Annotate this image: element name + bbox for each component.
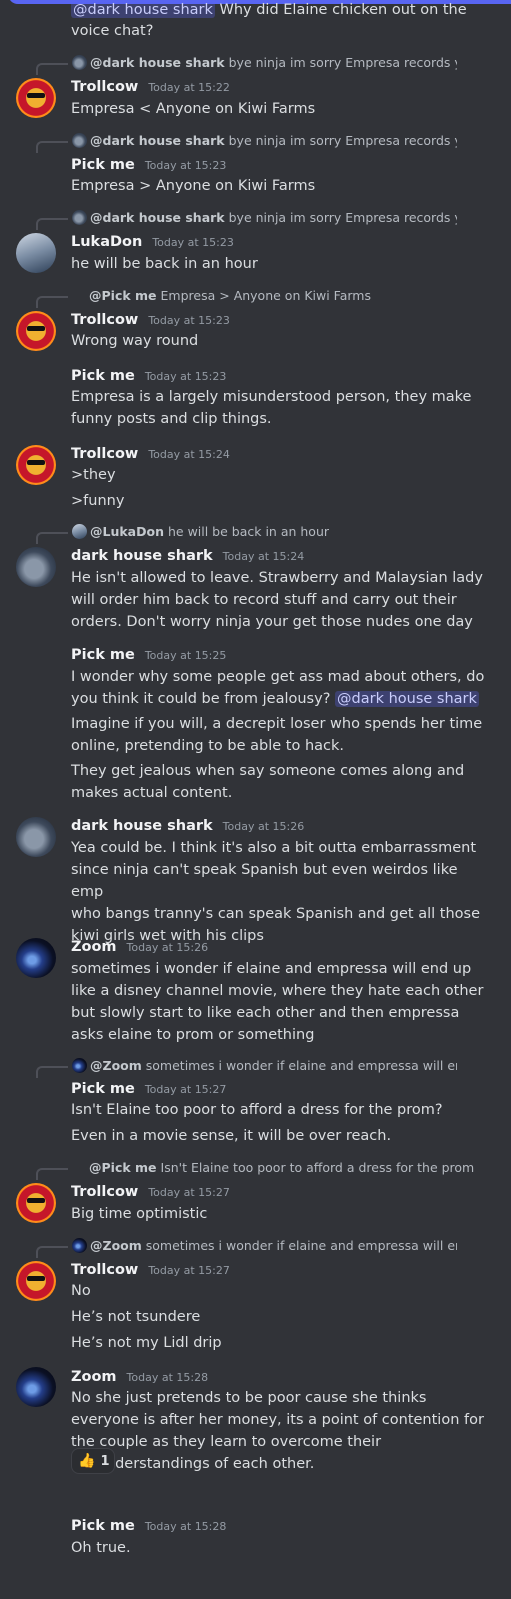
message-text: Empresa > Anyone on Kiwi Farms [71,178,316,194]
reply-avatar [72,524,87,539]
reply-preview[interactable]: @Zoom sometimes i wonder if elaine and em… [72,1237,457,1255]
message-text: They get jealous when say someone comes … [71,763,465,801]
reply-spine [36,63,68,75]
message-author[interactable]: Trollcow Today at 15:24 [71,444,230,465]
reply-preview[interactable]: @dark house shark bye ninja im sorry Empr… [72,54,457,72]
message-author[interactable]: Trollcow Today at 15:27 [71,1182,230,1203]
thumbs-up-icon: 👍 [78,1453,96,1469]
timestamp: Today at 15:23 [148,314,230,327]
timestamp: Today at 15:24 [148,448,230,461]
reply-avatar [72,1238,87,1253]
user-mention[interactable]: @dark house shark [335,691,479,707]
message-text: he will be back in an hour [71,256,258,272]
message-text: He’s not my Lidl drip [71,1335,222,1351]
reply-preview[interactable]: @Pick me Isn't Elaine too poor to afford … [89,1159,474,1177]
message-text: No she just pretends to be poor cause sh… [71,1390,484,1472]
reply-spine [36,218,68,230]
avatar[interactable] [16,1367,56,1407]
timestamp: Today at 15:26 [126,941,209,954]
reply-spine [36,1246,68,1258]
message-text: Oh true. [71,1540,131,1556]
reply-spine [36,141,68,153]
reply-avatar [72,210,87,225]
message-text: @dark house shark Why did Elaine chicken… [71,2,467,18]
reply-spine [36,1066,68,1078]
timestamp: Today at 15:27 [148,1264,230,1277]
reaction-thumbs-up[interactable]: 👍 1 [71,1448,115,1474]
reply-avatar [72,1058,87,1073]
reply-avatar [72,55,87,70]
timestamp: Today at 15:22 [148,81,230,94]
timestamp: Today at 15:23 [152,236,234,249]
message-author[interactable]: dark house shark Today at 15:26 [71,816,304,837]
reply-preview[interactable]: @Zoom sometimes i wonder if elaine and em… [72,1057,457,1075]
reply-spine [36,296,68,308]
avatar[interactable] [16,938,56,978]
timestamp: Today at 15:23 [144,370,227,383]
message-author[interactable]: Zoom Today at 15:28 [71,1367,208,1388]
message-author[interactable]: Trollcow Today at 15:22 [71,77,230,98]
message-text: Wrong way round [71,333,199,349]
avatar[interactable] [16,817,56,857]
message-text: Imagine if you will, a decrepit loser wh… [71,716,483,754]
avatar[interactable] [16,78,56,118]
message-author[interactable]: Pick me Today at 15:27 [71,1079,226,1100]
reply-avatar [72,133,87,148]
reply-preview[interactable]: @dark house shark bye ninja im sorry Empr… [72,132,457,150]
reply-spine [36,532,68,544]
avatar[interactable] [16,1183,56,1223]
reaction-count: 1 [100,1454,110,1469]
timestamp: Today at 15:25 [144,649,227,662]
reply-preview[interactable]: @dark house shark bye ninja im sorry Empr… [72,209,457,227]
avatar[interactable] [16,547,56,587]
message-text: >funny [71,493,125,509]
message-text: Empresa is a largely misunderstood perso… [71,389,472,427]
timestamp: Today at 15:28 [126,1371,209,1384]
message-text: Yea could be. I think it's also a bit ou… [71,840,480,944]
message-text: Even in a movie sense, it will be over r… [71,1128,392,1144]
reply-spine [36,1168,68,1180]
avatar[interactable] [16,311,56,351]
message-text: Isn't Elaine too poor to afford a dress … [71,1102,443,1118]
message-author[interactable]: Zoom Today at 15:26 [71,937,208,958]
message-author[interactable]: LukaDon Today at 15:23 [71,232,234,253]
message-author[interactable]: Pick me Today at 15:23 [71,155,226,176]
avatar[interactable] [16,445,56,485]
avatar[interactable] [16,233,56,273]
message-text: >they [71,467,116,483]
message-author[interactable]: Trollcow Today at 15:23 [71,310,230,331]
avatar[interactable] [16,1261,56,1301]
user-mention[interactable]: @dark house shark [71,2,215,18]
message-text: voice chat? [71,23,154,39]
message-author[interactable]: Pick me Today at 15:23 [71,366,226,387]
message-author[interactable]: Pick me Today at 15:25 [71,645,226,666]
message-author[interactable]: dark house shark Today at 15:24 [71,546,304,567]
message-text: No [71,1283,91,1299]
timestamp: Today at 15:27 [148,1186,230,1199]
reply-preview[interactable]: @Pick me Empresa > Anyone on Kiwi Farms [89,287,474,305]
message-text: He isn't allowed to leave. Strawberry an… [71,570,483,630]
message-text: He’s not tsundere [71,1309,201,1325]
message-text: I wonder why some people get ass mad abo… [71,669,485,707]
timestamp: Today at 15:27 [144,1083,227,1096]
message-text: sometimes i wonder if elaine and empress… [71,961,484,1043]
message-text: Empresa < Anyone on Kiwi Farms [71,101,316,117]
timestamp: Today at 15:24 [222,550,305,563]
timestamp: Today at 15:28 [144,1520,227,1533]
reply-preview[interactable]: @LukaDon he will be back in an hour [72,523,457,541]
timestamp: Today at 15:26 [222,820,305,833]
message-author[interactable]: Pick me Today at 15:28 [71,1516,226,1537]
message-author[interactable]: Trollcow Today at 15:27 [71,1260,230,1281]
message-text: Big time optimistic [71,1206,208,1222]
timestamp: Today at 15:23 [144,159,227,172]
